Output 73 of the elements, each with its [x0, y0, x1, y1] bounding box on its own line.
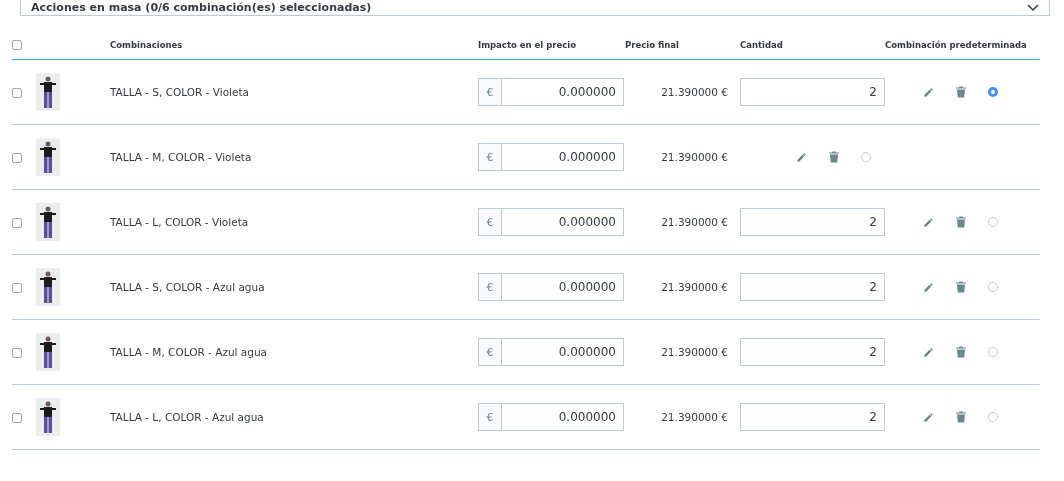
- column-header: Combinaciones: [110, 38, 184, 50]
- pencil-icon: [923, 216, 934, 228]
- price-impact-field[interactable]: 0.000000: [502, 338, 624, 366]
- select-all-checkbox[interactable]: [12, 40, 22, 50]
- quantity-field[interactable]: 2: [740, 338, 885, 366]
- pencil-icon: [923, 281, 934, 293]
- column-header: Cantidad: [740, 38, 784, 50]
- delete-button[interactable]: [956, 411, 966, 423]
- default-radio[interactable]: [988, 412, 998, 422]
- currency-addon: €: [478, 273, 502, 301]
- pencil-icon: [923, 411, 934, 423]
- row-checkbox[interactable]: [12, 87, 22, 98]
- delete-button[interactable]: [956, 281, 966, 293]
- edit-button[interactable]: [923, 346, 934, 358]
- row-checkbox[interactable]: [12, 347, 22, 358]
- edit-button[interactable]: [796, 151, 807, 163]
- bulk-actions-dropdown[interactable]: Acciones en masa (0/6 combinación(es) seleccionadas): [20, 0, 1050, 16]
- row-checkbox[interactable]: [12, 152, 22, 163]
- combination-name: TALLA - S, COLOR - Violeta: [110, 86, 251, 98]
- final-price: 21.390000 €: [660, 281, 729, 293]
- currency-addon: €: [478, 143, 502, 171]
- trash-icon: [829, 151, 839, 163]
- quantity-field[interactable]: 2: [740, 78, 885, 106]
- price-impact-field[interactable]: 0.000000: [502, 273, 624, 301]
- quantity-field[interactable]: 2: [740, 403, 885, 431]
- trash-icon: [956, 216, 966, 228]
- price-impact-field[interactable]: 0.000000: [502, 78, 624, 106]
- combination-name: TALLA - M, COLOR - Violeta: [110, 151, 253, 163]
- currency-addon: €: [478, 208, 502, 236]
- chevron-icon: [1027, 3, 1039, 12]
- currency-addon: €: [478, 338, 502, 366]
- default-radio[interactable]: [988, 87, 998, 97]
- delete-button[interactable]: [829, 151, 839, 163]
- default-radio[interactable]: [988, 347, 998, 357]
- edit-button[interactable]: [923, 281, 934, 293]
- edit-button[interactable]: [923, 86, 934, 98]
- final-price: 21.390000 €: [660, 346, 729, 358]
- final-price: 21.390000 €: [660, 216, 729, 228]
- default-radio[interactable]: [861, 152, 871, 162]
- trash-icon: [956, 411, 966, 423]
- edit-button[interactable]: [923, 411, 934, 423]
- combination-name: TALLA - M, COLOR - Azul agua: [110, 346, 268, 358]
- trash-icon: [956, 281, 966, 293]
- row-checkbox[interactable]: [12, 282, 22, 293]
- currency-addon: €: [478, 403, 502, 431]
- default-radio[interactable]: [988, 282, 998, 292]
- default-radio[interactable]: [988, 217, 998, 227]
- quantity-field[interactable]: 2: [740, 273, 885, 301]
- pencil-icon: [923, 86, 934, 98]
- combination-name: TALLA - L, COLOR - Azul agua: [110, 411, 265, 423]
- trash-icon: [956, 86, 966, 98]
- quantity-field[interactable]: 2: [740, 208, 885, 236]
- final-price: 21.390000 €: [660, 86, 729, 98]
- price-impact-field[interactable]: 0.000000: [502, 208, 624, 236]
- column-header: Impacto en el precio: [478, 38, 577, 50]
- row-checkbox[interactable]: [12, 217, 22, 228]
- combination-name: TALLA - L, COLOR - Violeta: [110, 216, 250, 228]
- delete-button[interactable]: [956, 216, 966, 228]
- price-impact-field[interactable]: 0.000000: [502, 403, 624, 431]
- combination-name: TALLA - S, COLOR - Azul agua: [110, 281, 266, 293]
- final-price: 21.390000 €: [660, 411, 729, 423]
- row-checkbox[interactable]: [12, 412, 22, 423]
- delete-button[interactable]: [956, 86, 966, 98]
- trash-icon: [956, 346, 966, 358]
- currency-addon: €: [478, 78, 502, 106]
- price-impact-field[interactable]: 0.000000: [502, 143, 624, 171]
- edit-button[interactable]: [923, 216, 934, 228]
- final-price: 21.390000 €: [660, 151, 729, 163]
- column-header: Precio final: [625, 38, 680, 50]
- column-header: Combinación predeterminada: [885, 38, 1028, 50]
- pencil-icon: [796, 151, 807, 163]
- delete-button[interactable]: [956, 346, 966, 358]
- pencil-icon: [923, 346, 934, 358]
